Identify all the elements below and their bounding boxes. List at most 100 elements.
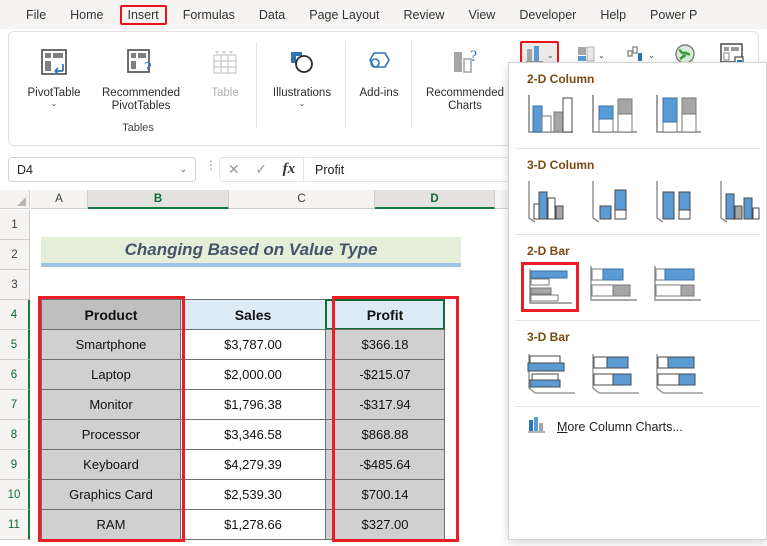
3d-100-percent-stacked-bar-chart-option[interactable] <box>649 348 707 398</box>
clustered-bar-chart-option[interactable] <box>521 262 579 312</box>
3d-clustered-bar-chart-option[interactable] <box>521 348 579 398</box>
cell-product[interactable]: Graphics Card <box>41 479 181 510</box>
table-row[interactable]: Monitor $1,796.38 -$317.94 <box>41 389 445 420</box>
svg-text:?: ? <box>144 58 152 77</box>
row-header-9[interactable]: 9 <box>0 450 30 480</box>
cell-profit[interactable]: -$215.07 <box>325 359 445 390</box>
stacked-bar-chart-option[interactable] <box>585 262 643 312</box>
3d-column-chart-option[interactable] <box>713 176 767 226</box>
row-header-5[interactable]: 5 <box>0 330 30 360</box>
100-percent-stacked-bar-chart-option[interactable] <box>649 262 707 312</box>
insert-function-icon[interactable]: fx <box>283 161 296 178</box>
add-ins-button[interactable]: Add-ins <box>349 38 409 126</box>
tab-home[interactable]: Home <box>62 5 111 25</box>
add-ins-label: Add-ins <box>359 87 399 99</box>
cell-product[interactable]: Smartphone <box>41 329 181 360</box>
clustered-column-chart-option[interactable] <box>521 90 579 140</box>
row-header-4[interactable]: 4 <box>0 300 30 330</box>
select-all-corner[interactable] <box>0 190 30 209</box>
column-header-a[interactable]: A <box>31 190 88 209</box>
section-items-2d-column <box>509 90 766 140</box>
3d-stacked-bar-chart-option[interactable] <box>585 348 643 398</box>
group-separator <box>411 42 412 128</box>
3d-stacked-column-chart-option[interactable] <box>585 176 643 226</box>
chevron-down-icon[interactable]: ⌄ <box>648 52 655 60</box>
table-label: Table <box>211 87 239 99</box>
cell-sales[interactable]: $1,278.66 <box>180 509 326 540</box>
row-header-7[interactable]: 7 <box>0 390 30 420</box>
tab-data[interactable]: Data <box>251 5 293 25</box>
row-header-6[interactable]: 6 <box>0 360 30 390</box>
table-row[interactable]: Processor $3,346.58 $868.88 <box>41 419 445 450</box>
row-header-2[interactable]: 2 <box>0 240 30 270</box>
tab-page-layout[interactable]: Page Layout <box>301 5 387 25</box>
stacked-column-chart-option[interactable] <box>585 90 643 140</box>
chevron-down-icon[interactable]: ⌄ <box>51 100 58 108</box>
cell-profit[interactable]: -$485.64 <box>325 449 445 480</box>
tab-file[interactable]: File <box>18 5 54 25</box>
section-label-3d-column: 3-D Column <box>527 158 595 172</box>
100-percent-stacked-column-chart-option[interactable] <box>649 90 707 140</box>
formula-bar-handle[interactable]: ⋮ <box>205 159 217 171</box>
enter-icon[interactable]: ✓ <box>255 161 267 178</box>
row-header-11[interactable]: 11 <box>0 510 30 540</box>
tab-view[interactable]: View <box>460 5 503 25</box>
cancel-icon[interactable]: ✕ <box>228 161 240 178</box>
tab-power-pivot[interactable]: Power P <box>642 5 705 25</box>
cell-profit[interactable]: -$317.94 <box>325 389 445 420</box>
table-row[interactable]: Laptop $2,000.00 -$215.07 <box>41 359 445 390</box>
cell-product[interactable]: Keyboard <box>41 449 181 480</box>
row-header-10[interactable]: 10 <box>0 480 30 510</box>
recommended-charts-icon: ? <box>448 42 482 84</box>
column-header-d[interactable]: D <box>375 190 495 209</box>
cell-profit[interactable]: $366.18 <box>325 329 445 360</box>
group-separator <box>256 42 257 128</box>
pivottable-button[interactable]: PivotTable ⌄ <box>17 38 91 126</box>
3d-100-percent-stacked-column-chart-option[interactable] <box>649 176 707 226</box>
cell-sales[interactable]: $2,000.00 <box>180 359 326 390</box>
recommended-charts-button[interactable]: ? Recommended Charts <box>415 38 515 126</box>
tab-help[interactable]: Help <box>592 5 634 25</box>
column-header-profit[interactable]: Profit <box>325 299 445 330</box>
chevron-down-icon[interactable]: ⌄ <box>299 100 306 108</box>
recommended-pivottables-button[interactable]: ? Recommended PivotTables <box>91 38 191 126</box>
cell-product[interactable]: Processor <box>41 419 181 450</box>
cell-sales[interactable]: $2,539.30 <box>180 479 326 510</box>
cell-sales[interactable]: $3,346.58 <box>180 419 326 450</box>
table-icon <box>209 42 241 84</box>
more-column-charts-item[interactable]: More Column Charts... <box>509 407 766 437</box>
tab-formulas[interactable]: Formulas <box>175 5 243 25</box>
table-row[interactable]: Keyboard $4,279.39 -$485.64 <box>41 449 445 480</box>
cell-profit[interactable]: $327.00 <box>325 509 445 540</box>
illustrations-button[interactable]: Illustrations ⌄ <box>265 38 339 126</box>
name-box[interactable]: D4 ⌄ <box>8 157 196 182</box>
column-header-b[interactable]: B <box>88 190 229 209</box>
table-row[interactable]: RAM $1,278.66 $327.00 <box>41 509 445 540</box>
tab-insert[interactable]: Insert <box>119 4 167 25</box>
more-charts-rest: ore Column Charts... <box>567 419 683 434</box>
cell-profit[interactable]: $700.14 <box>325 479 445 510</box>
table-row[interactable]: Smartphone $3,787.00 $366.18 <box>41 329 445 360</box>
chevron-down-icon[interactable]: ⌄ <box>547 52 554 60</box>
cell-product[interactable]: Monitor <box>41 389 181 420</box>
table-button[interactable]: Table <box>196 38 254 126</box>
cell-product[interactable]: Laptop <box>41 359 181 390</box>
cell-sales[interactable]: $4,279.39 <box>180 449 326 480</box>
table-row[interactable]: Graphics Card $2,539.30 $700.14 <box>41 479 445 510</box>
cell-product[interactable]: RAM <box>41 509 181 540</box>
row-header-8[interactable]: 8 <box>0 420 30 450</box>
chevron-down-icon[interactable]: ⌄ <box>598 52 605 60</box>
column-header-c[interactable]: C <box>229 190 375 209</box>
cell-sales[interactable]: $3,787.00 <box>180 329 326 360</box>
table-header-row: Product Sales Profit <box>41 299 445 330</box>
tab-developer[interactable]: Developer <box>511 5 584 25</box>
tab-review[interactable]: Review <box>395 5 452 25</box>
cell-profit[interactable]: $868.88 <box>325 419 445 450</box>
row-header-3[interactable]: 3 <box>0 270 30 300</box>
chevron-down-icon[interactable]: ⌄ <box>179 164 187 175</box>
row-header-1[interactable]: 1 <box>0 210 30 240</box>
3d-clustered-column-chart-option[interactable] <box>521 176 579 226</box>
formula-bar-buttons: ✕ ✓ fx <box>219 157 304 182</box>
section-items-2d-bar <box>509 262 766 312</box>
cell-sales[interactable]: $1,796.38 <box>180 389 326 420</box>
